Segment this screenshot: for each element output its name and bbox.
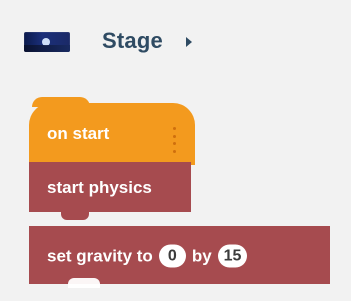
block-on-start[interactable]: on start xyxy=(29,97,195,165)
block-start-physics[interactable]: start physics xyxy=(29,162,191,212)
stage-thumbnail-image[interactable] xyxy=(24,32,70,52)
block-bottom-connector xyxy=(68,278,100,288)
set-gravity-prefix: set gravity to xyxy=(47,246,153,265)
drag-handle-icon[interactable] xyxy=(171,127,177,153)
chevron-right-svg xyxy=(186,37,192,47)
gravity-y-input[interactable]: 15 xyxy=(217,244,248,268)
block-start-physics-label: start physics xyxy=(47,178,152,197)
drag-handle-dot xyxy=(172,127,176,130)
stage-title[interactable]: Stage xyxy=(102,28,163,54)
set-gravity-by: by xyxy=(191,246,212,265)
block-set-gravity[interactable]: set gravity to 0 by 15 xyxy=(29,226,330,284)
chevron-right-icon[interactable] xyxy=(182,35,196,49)
connector-notch xyxy=(61,208,89,220)
drag-handle-dot xyxy=(172,142,176,146)
drag-handle-dot xyxy=(172,149,176,153)
drag-handle-dot xyxy=(172,134,176,138)
stage-header: Stage xyxy=(0,0,351,90)
block-on-start-label: on start xyxy=(47,124,110,143)
block-set-gravity-label: set gravity to 0 by 15 xyxy=(47,244,253,268)
set-gravity-row: set gravity to 0 by 15 xyxy=(47,244,253,268)
gravity-x-input[interactable]: 0 xyxy=(158,244,186,268)
